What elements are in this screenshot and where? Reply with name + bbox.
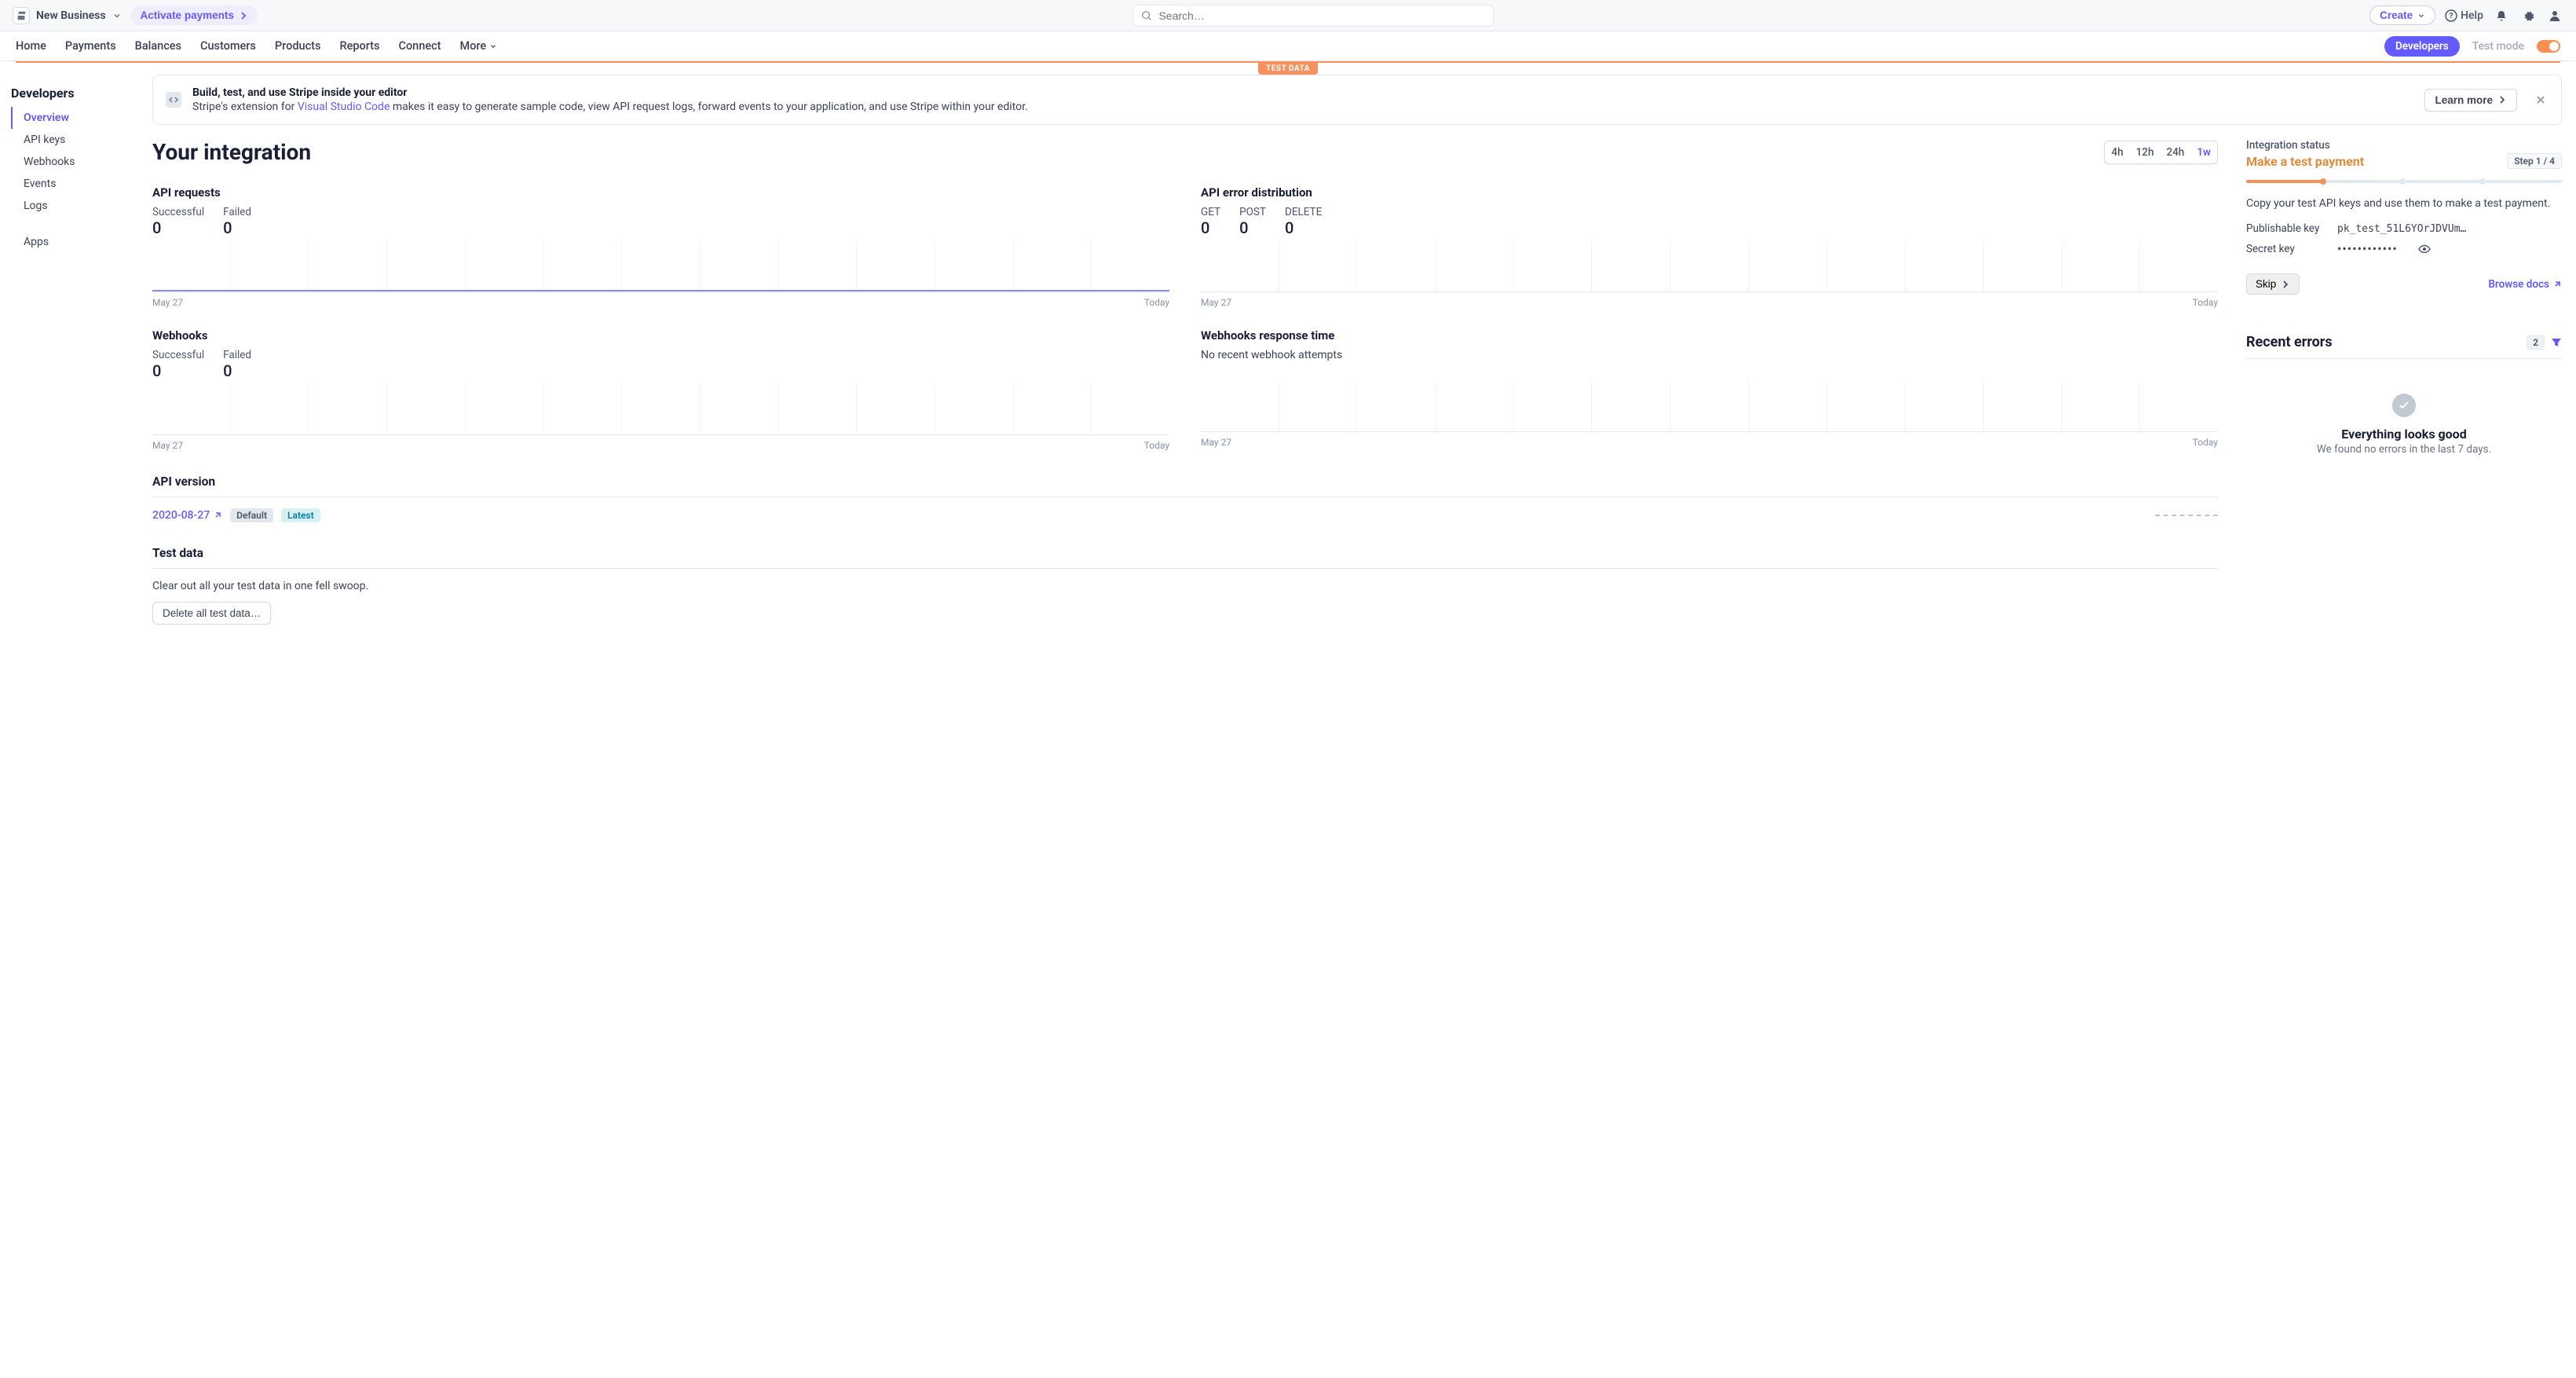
external-link-icon: [2552, 280, 2562, 289]
errors-empty-subtitle: We found no errors in the last 7 days.: [2246, 443, 2562, 456]
banner-close-button[interactable]: [2533, 92, 2549, 108]
latest-badge: Latest: [281, 508, 320, 522]
range-1w[interactable]: 1w: [2190, 141, 2217, 163]
chevron-down-icon: [489, 42, 497, 50]
api-version-title: API version: [152, 475, 2218, 489]
learn-more-button[interactable]: Learn more: [2424, 89, 2517, 112]
gear-icon: [2522, 9, 2534, 22]
nav-connect[interactable]: Connect: [398, 39, 441, 53]
publishable-key-label: Publishable key: [2246, 222, 2322, 235]
sidebar-item-overview[interactable]: Overview: [11, 107, 148, 129]
test-mode-toggle[interactable]: [2537, 40, 2560, 53]
default-badge: Default: [230, 508, 273, 522]
help-label: Help: [2461, 9, 2483, 22]
eye-icon: [2418, 243, 2431, 255]
integration-status-label: Integration status: [2246, 139, 2562, 152]
activate-label: Activate payments: [141, 9, 234, 21]
chart-api-requests: API requests Successful0 Failed0 May 27T…: [152, 185, 1169, 308]
nav-home[interactable]: Home: [16, 39, 46, 53]
errors-empty-title: Everything looks good: [2246, 427, 2562, 442]
person-icon: [2549, 9, 2561, 22]
banner-title: Build, test, and use Stripe inside your …: [192, 86, 2413, 99]
arrow-right-icon: [2497, 95, 2507, 104]
search-box[interactable]: [1132, 5, 1494, 27]
time-range-selector: 4h 12h 24h 1w: [2104, 141, 2218, 164]
nav-products[interactable]: Products: [275, 39, 321, 53]
create-label: Create: [2380, 9, 2413, 21]
test-data-badge: TEST DATA: [1258, 63, 1318, 75]
help-link[interactable]: ? Help: [2445, 9, 2483, 22]
api-version-link[interactable]: 2020-08-27: [152, 509, 222, 522]
chart-webhooks: Webhooks Successful0 Failed0 May 27Today: [152, 328, 1169, 451]
account-button[interactable]: [2546, 7, 2563, 24]
business-switcher[interactable]: New Business: [13, 7, 122, 24]
chevron-down-icon: [2417, 12, 2425, 20]
sidebar-item-logs[interactable]: Logs: [11, 195, 148, 217]
chart-title: API requests: [152, 185, 1169, 200]
activate-payments-button[interactable]: Activate payments: [131, 5, 258, 25]
nav-more-label: More: [459, 39, 486, 53]
chart-api-errors: API error distribution GET0 POST0 DELETE…: [1201, 185, 2218, 308]
search-input[interactable]: [1158, 9, 1485, 22]
sidebar-item-api-keys[interactable]: API keys: [11, 129, 148, 151]
secret-key-value: ••••••••••••: [2337, 241, 2398, 256]
sidebar-item-apps[interactable]: Apps: [11, 231, 148, 253]
create-button[interactable]: Create: [2369, 5, 2435, 25]
svg-text:?: ?: [2450, 12, 2453, 20]
search-icon: [1141, 10, 1152, 21]
help-icon: ?: [2445, 9, 2457, 22]
nav-more[interactable]: More: [459, 39, 497, 53]
filter-button[interactable]: [2551, 337, 2562, 348]
timeline-dash: [2155, 515, 2218, 516]
nav-balances[interactable]: Balances: [135, 39, 181, 53]
vscode-link[interactable]: Visual Studio Code: [298, 101, 390, 113]
skip-button[interactable]: Skip: [2246, 273, 2300, 295]
external-link-icon: [213, 511, 222, 520]
check-circle-icon: [2392, 394, 2416, 417]
delete-test-data-button[interactable]: Delete all test data…: [152, 602, 271, 625]
settings-button[interactable]: [2519, 7, 2537, 24]
chevron-down-icon: [112, 11, 122, 20]
chart-webhook-response-time: Webhooks response time No recent webhook…: [1201, 328, 2218, 451]
bell-icon: [2495, 9, 2508, 22]
test-data-title: Test data: [152, 546, 2218, 560]
vscode-banner: Build, test, and use Stripe inside your …: [152, 75, 2562, 125]
banner-subtitle: Stripe's extension for Visual Studio Cod…: [192, 101, 2413, 113]
browse-docs-link[interactable]: Browse docs: [2488, 278, 2562, 291]
nav-reports[interactable]: Reports: [339, 39, 379, 53]
recent-errors-title: Recent errors: [2246, 334, 2333, 350]
filter-icon: [2551, 337, 2562, 348]
step-badge: Step 1 / 4: [2507, 153, 2562, 169]
status-description: Copy your test API keys and use them to …: [2246, 197, 2562, 210]
progress-steps: [2246, 180, 2562, 183]
notifications-button[interactable]: [2493, 7, 2510, 24]
publishable-key-value[interactable]: pk_test_51L6YOrJDVUm…: [2337, 223, 2466, 235]
secret-key-label: Secret key: [2246, 243, 2322, 255]
nav-customers[interactable]: Customers: [200, 39, 256, 53]
range-24h[interactable]: 24h: [2160, 141, 2190, 163]
range-4h[interactable]: 4h: [2105, 141, 2129, 163]
test-data-desc: Clear out all your test data in one fell…: [152, 580, 2218, 592]
arrow-right-icon: [239, 11, 248, 20]
sidebar-item-webhooks[interactable]: Webhooks: [11, 151, 148, 173]
sidebar-item-events[interactable]: Events: [11, 173, 148, 195]
close-icon: [2536, 95, 2545, 104]
store-icon: [13, 7, 30, 24]
sidebar-title: Developers: [9, 86, 148, 107]
business-name: New Business: [36, 9, 106, 22]
integration-status-action[interactable]: Make a test payment: [2246, 154, 2364, 169]
developers-pill[interactable]: Developers: [2384, 36, 2460, 57]
reveal-secret-button[interactable]: [2418, 243, 2431, 255]
nav-payments[interactable]: Payments: [65, 39, 116, 53]
errors-count-badge: 2: [2527, 335, 2545, 350]
page-title: Your integration: [152, 139, 311, 165]
range-12h[interactable]: 12h: [2130, 141, 2161, 163]
test-mode-label: Test mode: [2472, 40, 2524, 53]
editor-icon: [166, 92, 181, 108]
arrow-right-icon: [2281, 280, 2290, 289]
